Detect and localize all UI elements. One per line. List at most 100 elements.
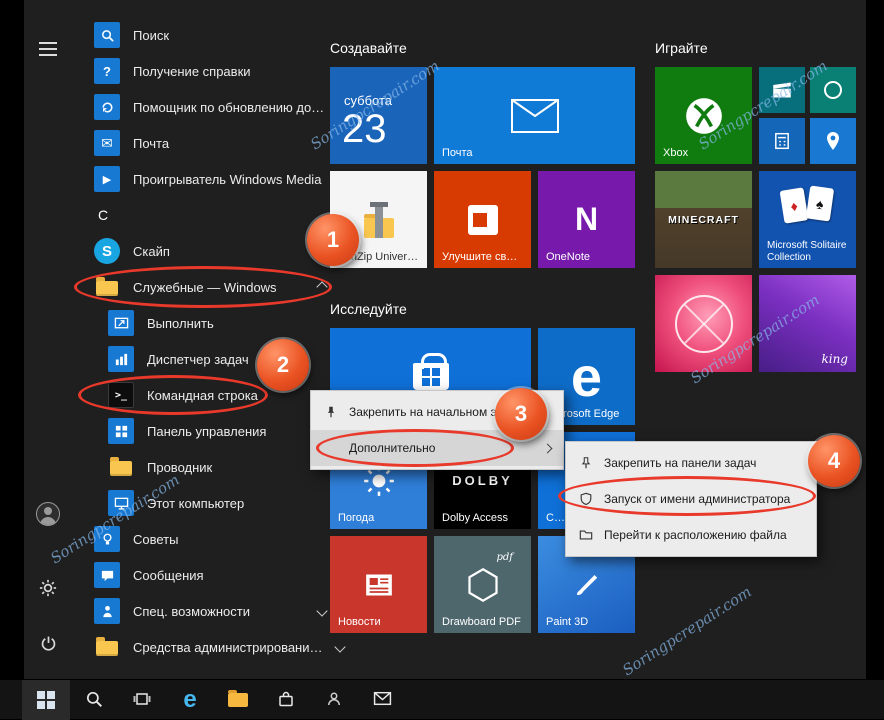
taskbar-file-explorer-button[interactable] (214, 680, 262, 720)
chevron-right-icon (543, 443, 553, 453)
gear-icon (39, 579, 57, 600)
app-item-label: Этот компьютер (147, 496, 244, 511)
playing-cards-icon: ♦ ♠ (778, 185, 838, 235)
app-item-control-panel[interactable]: Панель управления (82, 413, 340, 449)
calendar-weekday: суббота (344, 93, 392, 108)
submenu-item-open-file-location[interactable]: Перейти к расположению файла (566, 517, 816, 553)
app-item-tips[interactable]: Советы (82, 521, 340, 557)
hamburger-menu-button[interactable] (34, 35, 62, 63)
app-item-label: Проводник (147, 460, 212, 475)
edge-logo-icon: e (183, 688, 196, 712)
taskbar-people-button[interactable] (310, 680, 358, 720)
shopping-bag-icon (277, 690, 295, 711)
app-item-label: Командная строка (147, 388, 258, 403)
app-item-label: Спец. возможности (133, 604, 250, 619)
context-submenu: Закрепить на панели задач Запуск от имен… (565, 441, 817, 557)
speech-bubble-icon (94, 562, 120, 588)
settings-button[interactable] (34, 575, 62, 603)
app-item-command-prompt[interactable]: >_ Командная строка (82, 377, 340, 413)
app-item-label: Поиск (133, 28, 169, 43)
power-button[interactable] (34, 631, 62, 659)
skype-icon: S (94, 238, 120, 264)
taskbar-store-button[interactable] (262, 680, 310, 720)
folder-icon (228, 693, 248, 707)
tile-label: Погода (338, 512, 374, 524)
app-item-windows-media-player[interactable]: ▶ Проигрыватель Windows Media (82, 161, 340, 197)
tile-minecraft[interactable]: MINECRAFT (655, 171, 752, 268)
tile-solitaire[interactable]: ♦ ♠ Microsoft Solitaire Collection (759, 171, 856, 268)
pdf-script-label: pdf (496, 552, 513, 563)
app-item-label: Выполнить (147, 316, 214, 331)
ferris-wheel-icon (655, 275, 752, 372)
app-item-label: Сообщения (133, 568, 204, 583)
clapperboard-icon (759, 67, 805, 113)
menu-item-label: Закрепить на панели задач (604, 456, 756, 470)
tile-mail[interactable]: Почта (434, 67, 635, 164)
taskbar-edge-button[interactable]: e (166, 680, 214, 720)
menu-item-pin-to-start[interactable]: Закрепить на начальном экране (311, 394, 563, 430)
tile-winzip[interactable]: WinZip Univer… (330, 171, 427, 268)
mail-icon: ✉ (94, 130, 120, 156)
pin-icon (578, 455, 594, 471)
app-list-section-letter[interactable]: С (82, 197, 340, 233)
tile-calculator[interactable] (759, 118, 805, 164)
power-icon (40, 635, 57, 655)
lightbulb-icon (94, 526, 120, 552)
search-icon (85, 690, 103, 711)
admin-tools-folder-icon (94, 634, 120, 660)
tile-label: Microsoft Solitaire Collection (767, 240, 850, 263)
app-item-run[interactable]: Выполнить (82, 305, 340, 341)
app-item-file-explorer[interactable]: Проводник (82, 449, 340, 485)
app-item-admin-tools[interactable]: Средства администрировани… (82, 629, 340, 665)
tile-bubble-witch-game[interactable]: king (759, 275, 856, 372)
menu-item-more[interactable]: Дополнительно (311, 430, 563, 466)
start-button[interactable] (22, 680, 70, 720)
taskbar-mail-button[interactable] (358, 680, 406, 720)
app-item-update-assistant[interactable]: Помощник по обновлению до… (82, 89, 340, 125)
app-item-label: Почта (133, 136, 169, 151)
app-item-task-manager[interactable]: Диспетчер задач (82, 341, 340, 377)
explorer-folder-icon (108, 454, 134, 480)
app-item-skype[interactable]: S Скайп (82, 233, 340, 269)
app-item-messages[interactable]: Сообщения (82, 557, 340, 593)
app-item-this-pc[interactable]: Этот компьютер (82, 485, 340, 521)
taskbar-search-button[interactable] (70, 680, 118, 720)
app-item-label: Скайп (133, 244, 170, 259)
tile-office[interactable]: Улучшите св… (434, 171, 531, 268)
app-item-accessibility[interactable]: Спец. возможности (82, 593, 340, 629)
app-item-label: Служебные — Windows (133, 280, 277, 295)
task-view-button[interactable] (118, 680, 166, 720)
tile-movies-tv[interactable] (759, 67, 805, 113)
user-account-button[interactable] (34, 500, 62, 528)
tile-onenote[interactable]: N OneNote (538, 171, 635, 268)
app-item-label: Получение справки (133, 64, 251, 79)
app-item-get-help[interactable]: ? Получение справки (82, 53, 340, 89)
tile-maps[interactable] (810, 118, 856, 164)
user-avatar-icon (36, 502, 60, 526)
tile-xbox[interactable]: Xbox (655, 67, 752, 164)
tile-news[interactable]: Новости (330, 536, 427, 633)
app-item-windows-system-folder[interactable]: Служебные — Windows (82, 269, 340, 305)
tile-label: Xbox (663, 147, 688, 159)
app-list: Поиск ? Получение справки Помощник по об… (82, 17, 340, 665)
app-item-mail[interactable]: ✉ Почта (82, 125, 340, 161)
app-item-search[interactable]: Поиск (82, 17, 340, 53)
tile-label: Почта (442, 147, 473, 159)
tile-label: Новости (338, 616, 381, 628)
windows-logo-icon (37, 691, 55, 709)
tile-calendar[interactable]: суббота 23 (330, 67, 427, 164)
tile-label: Paint 3D (546, 616, 588, 628)
submenu-item-run-as-admin[interactable]: Запуск от имени администратора (566, 481, 816, 517)
menu-item-label: Закрепить на начальном экране (349, 405, 529, 419)
tile-disney-game[interactable] (655, 275, 752, 372)
command-prompt-icon: >_ (108, 382, 134, 408)
map-pin-icon (810, 118, 856, 164)
app-item-label: Панель управления (147, 424, 266, 439)
minecraft-logo: MINECRAFT (655, 171, 752, 268)
tile-circle-app[interactable] (810, 67, 856, 113)
tile-drawboard[interactable]: pdf Drawboard PDF (434, 536, 531, 633)
shield-icon (578, 491, 594, 507)
submenu-item-pin-to-taskbar[interactable]: Закрепить на панели задач (566, 445, 816, 481)
tile-label: OneNote (546, 251, 590, 263)
chevron-up-icon (316, 281, 327, 292)
